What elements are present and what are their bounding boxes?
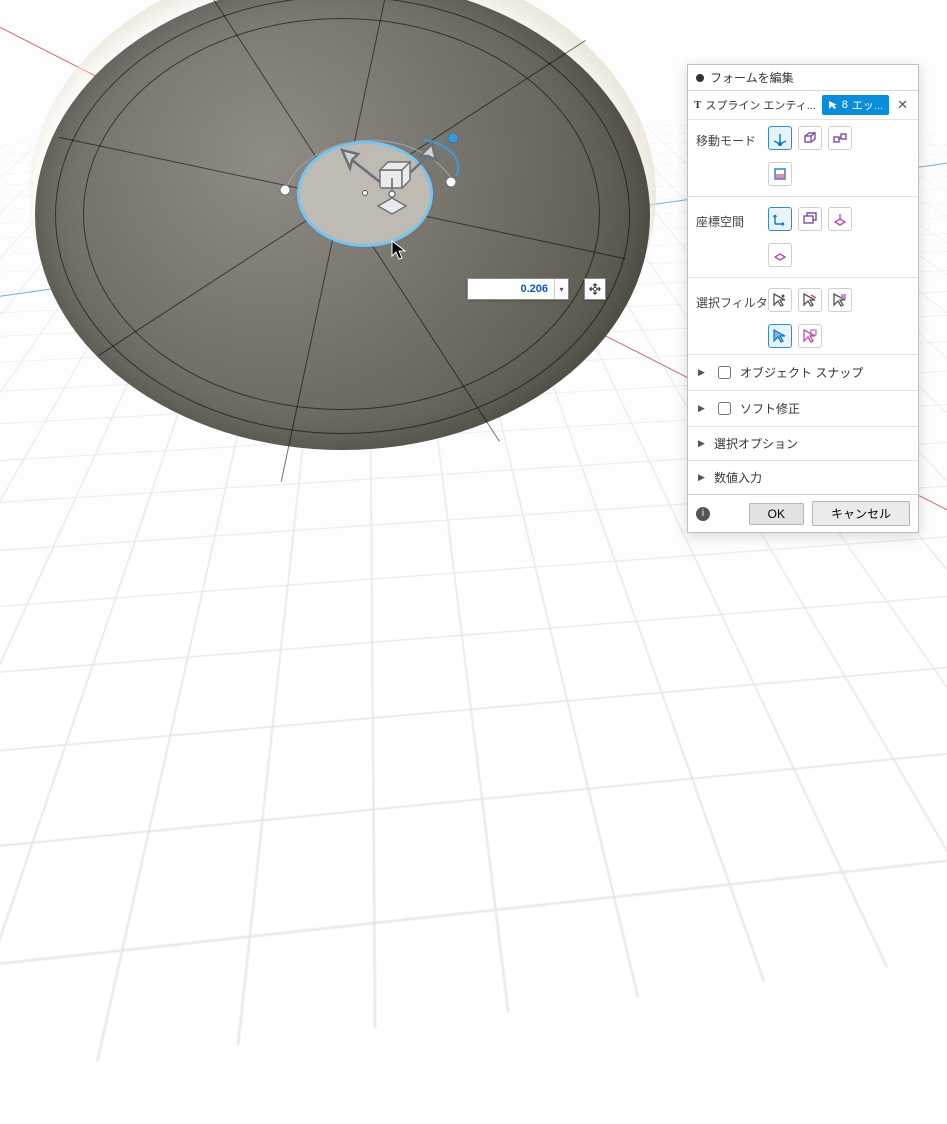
chevron-right-icon: ▶: [698, 403, 708, 414]
soft-mod-checkbox[interactable]: [718, 402, 731, 415]
panel-title-text: フォームを編集: [710, 69, 794, 86]
rotate-arc-indicators: [255, 90, 475, 290]
move-mode-triad-icon[interactable]: [768, 126, 792, 150]
panel-state-dot: [696, 74, 704, 82]
sel-options-label: 選択オプション: [714, 435, 798, 452]
coord-world-icon[interactable]: [768, 207, 792, 231]
chevron-right-icon: ▶: [698, 438, 708, 449]
filter-vertex-icon[interactable]: [768, 288, 792, 312]
coord-selection-icon[interactable]: [768, 243, 792, 267]
chevron-right-icon: ▶: [698, 472, 708, 483]
collapse-sel-options[interactable]: ▶ 選択オプション: [688, 426, 918, 460]
filter-all-icon[interactable]: [798, 324, 822, 348]
scale-value-input[interactable]: [468, 279, 554, 299]
mouse-cursor: [391, 240, 407, 260]
num-input-label: 数値入力: [714, 469, 762, 486]
cancel-button[interactable]: キャンセル: [812, 501, 910, 526]
move-mode-plane-icon[interactable]: [768, 162, 792, 186]
label-sel-filter: 選択フィルタ: [696, 288, 768, 311]
edit-form-panel: フォームを編集 T スプライン エンティ... 8 エッ... ✕ 移動モード: [687, 64, 919, 533]
selection-chip[interactable]: 8 エッ...: [822, 95, 889, 115]
filter-body-icon[interactable]: [768, 324, 792, 348]
scale-value-dropdown[interactable]: ▾: [554, 279, 568, 299]
panel-footer: i OK キャンセル: [688, 494, 918, 532]
filter-face-icon[interactable]: [828, 288, 852, 312]
panel-title: フォームを編集: [688, 65, 918, 91]
entity-selector-row: T スプライン エンティ... 8 エッ... ✕: [688, 91, 918, 120]
row-coord-space: 座標空間: [688, 201, 918, 273]
coord-view-icon[interactable]: [798, 207, 822, 231]
filter-edge-icon[interactable]: [798, 288, 822, 312]
clear-selection-button[interactable]: ✕: [893, 97, 912, 113]
chevron-right-icon: ▶: [698, 367, 708, 378]
move-mode-transform-icon[interactable]: [828, 126, 852, 150]
info-icon[interactable]: i: [696, 507, 710, 521]
object-snap-checkbox[interactable]: [718, 366, 731, 379]
reset-transform-button[interactable]: [584, 278, 606, 300]
row-sel-filter: 選択フィルタ: [688, 282, 918, 354]
collapse-object-snap[interactable]: ▶ オブジェクト スナップ: [688, 354, 918, 390]
coord-local-icon[interactable]: [828, 207, 852, 231]
object-snap-label: オブジェクト スナップ: [740, 364, 863, 381]
label-coord-space: 座標空間: [696, 207, 768, 230]
move-mode-drag-icon[interactable]: [798, 126, 822, 150]
collapse-soft-mod[interactable]: ▶ ソフト修正: [688, 390, 918, 426]
row-move-mode: 移動モード: [688, 120, 918, 192]
tspline-body[interactable]: [35, 0, 650, 450]
collapse-num-input[interactable]: ▶ 数値入力: [688, 460, 918, 494]
ok-button[interactable]: OK: [749, 503, 804, 525]
label-move-mode: 移動モード: [696, 126, 768, 149]
entity-label: T スプライン エンティ...: [694, 97, 818, 113]
scale-value-input-group[interactable]: ▾: [467, 278, 569, 300]
soft-mod-label: ソフト修正: [740, 400, 800, 417]
